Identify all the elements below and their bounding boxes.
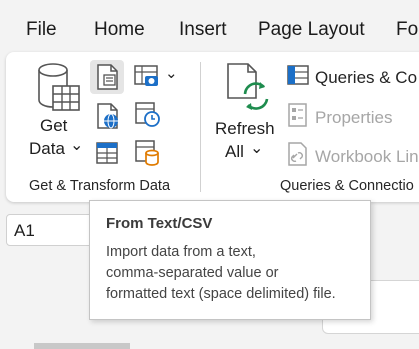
from-table-range-icon[interactable] xyxy=(95,140,119,166)
group-divider xyxy=(200,62,201,192)
properties-icon xyxy=(287,103,309,132)
get-data-label-line2: Data xyxy=(29,139,65,158)
workbook-links-button[interactable]: Workbook Lin xyxy=(287,142,419,171)
queries-connections-button[interactable]: Queries & Co xyxy=(287,64,417,91)
tooltip-from-text-csv: From Text/CSV Import data from a text, c… xyxy=(89,200,371,320)
get-data-label-line1: Get xyxy=(40,116,68,135)
sheet-scroll-strip xyxy=(34,343,130,349)
tab-file[interactable]: File xyxy=(26,19,57,41)
tooltip-line-2: comma-separated value or xyxy=(106,265,279,281)
refresh-all-label-line1: Refresh xyxy=(215,119,275,138)
chevron-down-icon[interactable]: ⌄ xyxy=(165,64,178,82)
chevron-down-icon: ⌄ xyxy=(70,137,84,154)
refresh-all-label-line2: All xyxy=(225,142,244,161)
chevron-down-icon: ⌄ xyxy=(250,140,264,157)
workbook-links-icon xyxy=(287,142,309,171)
menu-bar: File Home Insert Page Layout Fo xyxy=(0,0,419,54)
tab-insert[interactable]: Insert xyxy=(179,19,227,41)
queries-connections-icon xyxy=(287,64,309,91)
group-label-get-transform: Get & Transform Data xyxy=(29,178,171,194)
properties-button[interactable]: Properties xyxy=(287,103,392,132)
properties-label: Properties xyxy=(315,107,393,127)
database-table-icon xyxy=(37,62,81,112)
name-box-value: A1 xyxy=(14,221,35,240)
tooltip-line-1: Import data from a text, xyxy=(106,244,256,260)
queries-connections-label: Queries & Co xyxy=(315,67,418,87)
from-picture-icon[interactable] xyxy=(133,63,161,89)
refresh-icon xyxy=(226,62,272,114)
workbook-links-label: Workbook Lin xyxy=(315,146,419,166)
tooltip-title: From Text/CSV xyxy=(106,215,213,232)
from-web-icon[interactable] xyxy=(96,102,122,130)
tab-page-layout[interactable]: Page Layout xyxy=(258,19,365,41)
tab-home[interactable]: Home xyxy=(94,19,145,41)
from-text-csv-icon[interactable] xyxy=(96,63,120,91)
recent-sources-icon[interactable] xyxy=(134,101,162,129)
tooltip-line-3: formatted text (space delimited) file. xyxy=(106,286,336,302)
group-label-queries-connections: Queries & Connectio xyxy=(280,178,414,194)
tab-formulas[interactable]: Fo xyxy=(396,19,418,41)
existing-connections-icon[interactable] xyxy=(134,139,162,167)
